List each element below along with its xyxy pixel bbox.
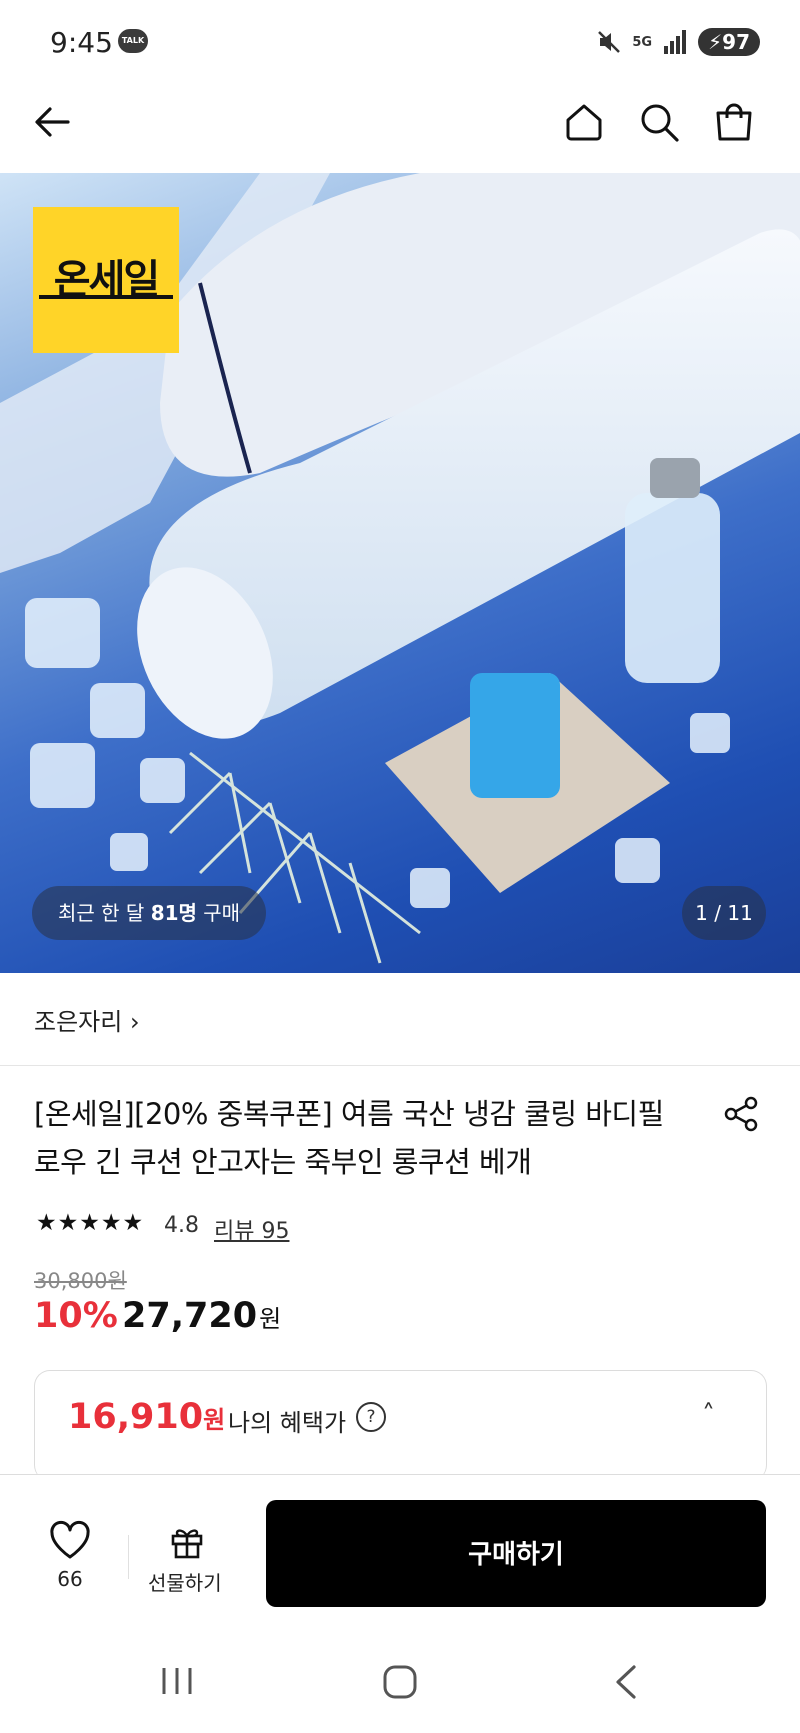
share-icon[interactable]	[722, 1095, 760, 1133]
recent-prefix: 최근 한 달	[58, 901, 151, 925]
status-bar: 9:45 TALK 5G ⚡97	[0, 0, 800, 88]
help-icon[interactable]: ?	[356, 1402, 386, 1432]
onsale-badge: 온세일	[33, 207, 179, 353]
mute-icon	[598, 31, 621, 53]
shopping-bag-icon[interactable]	[712, 100, 756, 144]
product-title: [온세일][20% 중복쿠폰] 여름 국산 냉감 쿨링 바디필로우 긴 쿠션 안…	[34, 1097, 664, 1179]
signal-icon	[664, 30, 687, 54]
talk-notification-icon: TALK	[118, 29, 148, 53]
review-link[interactable]: 리뷰 95	[214, 1213, 289, 1245]
recent-suffix: 구매	[196, 901, 241, 925]
benefit-price-currency: 원	[203, 1406, 226, 1434]
system-nav-bar	[0, 1624, 800, 1733]
badge-underline	[39, 295, 173, 299]
home-icon[interactable]	[562, 100, 606, 144]
divider	[0, 1065, 800, 1066]
gift-icon[interactable]	[169, 1524, 205, 1560]
rating-value: 4.8	[164, 1213, 199, 1238]
back-button-icon[interactable]	[612, 1664, 638, 1700]
like-count: 66	[57, 1567, 83, 1591]
recent-purchase-badge: 최근 한 달 81명 구매	[32, 886, 267, 940]
original-price: 30,800원	[34, 1269, 127, 1293]
image-page-indicator: 1 / 11	[682, 886, 766, 940]
benefit-label: 나의 혜택가	[228, 1409, 347, 1437]
sale-price-value: 27,720	[122, 1296, 258, 1336]
chevron-right-icon: ›	[129, 1008, 140, 1036]
status-time: 9:45	[50, 26, 113, 59]
sale-price-currency: 원	[259, 1305, 282, 1333]
battery-level: 97	[722, 30, 750, 54]
heart-icon[interactable]	[48, 1520, 92, 1560]
network-label: 5G	[632, 34, 653, 50]
home-button-icon[interactable]	[382, 1664, 418, 1700]
recent-count: 81명	[150, 901, 197, 925]
chevron-up-icon[interactable]: ˄	[702, 1400, 715, 1430]
benefit-price-value: 16,910	[68, 1397, 204, 1437]
buy-button[interactable]: 구매하기	[266, 1500, 766, 1607]
sale-price: 27,720원	[122, 1296, 281, 1336]
status-indicators: 5G ⚡97	[596, 28, 760, 56]
arrow-left-icon[interactable]	[30, 100, 74, 144]
benefit-price: 16,910원	[68, 1397, 225, 1437]
divider	[128, 1535, 129, 1579]
discount-rate: 10%	[34, 1296, 118, 1336]
gift-button-label[interactable]: 선물하기	[148, 1567, 222, 1596]
search-icon[interactable]	[637, 100, 681, 144]
seller-name: 조은자리	[34, 1008, 123, 1036]
seller-link[interactable]: 조은자리 ›	[34, 1002, 140, 1037]
battery-indicator: ⚡97	[698, 28, 760, 56]
recent-apps-icon[interactable]	[160, 1666, 194, 1696]
star-rating-icon: ★★★★★	[36, 1210, 145, 1236]
